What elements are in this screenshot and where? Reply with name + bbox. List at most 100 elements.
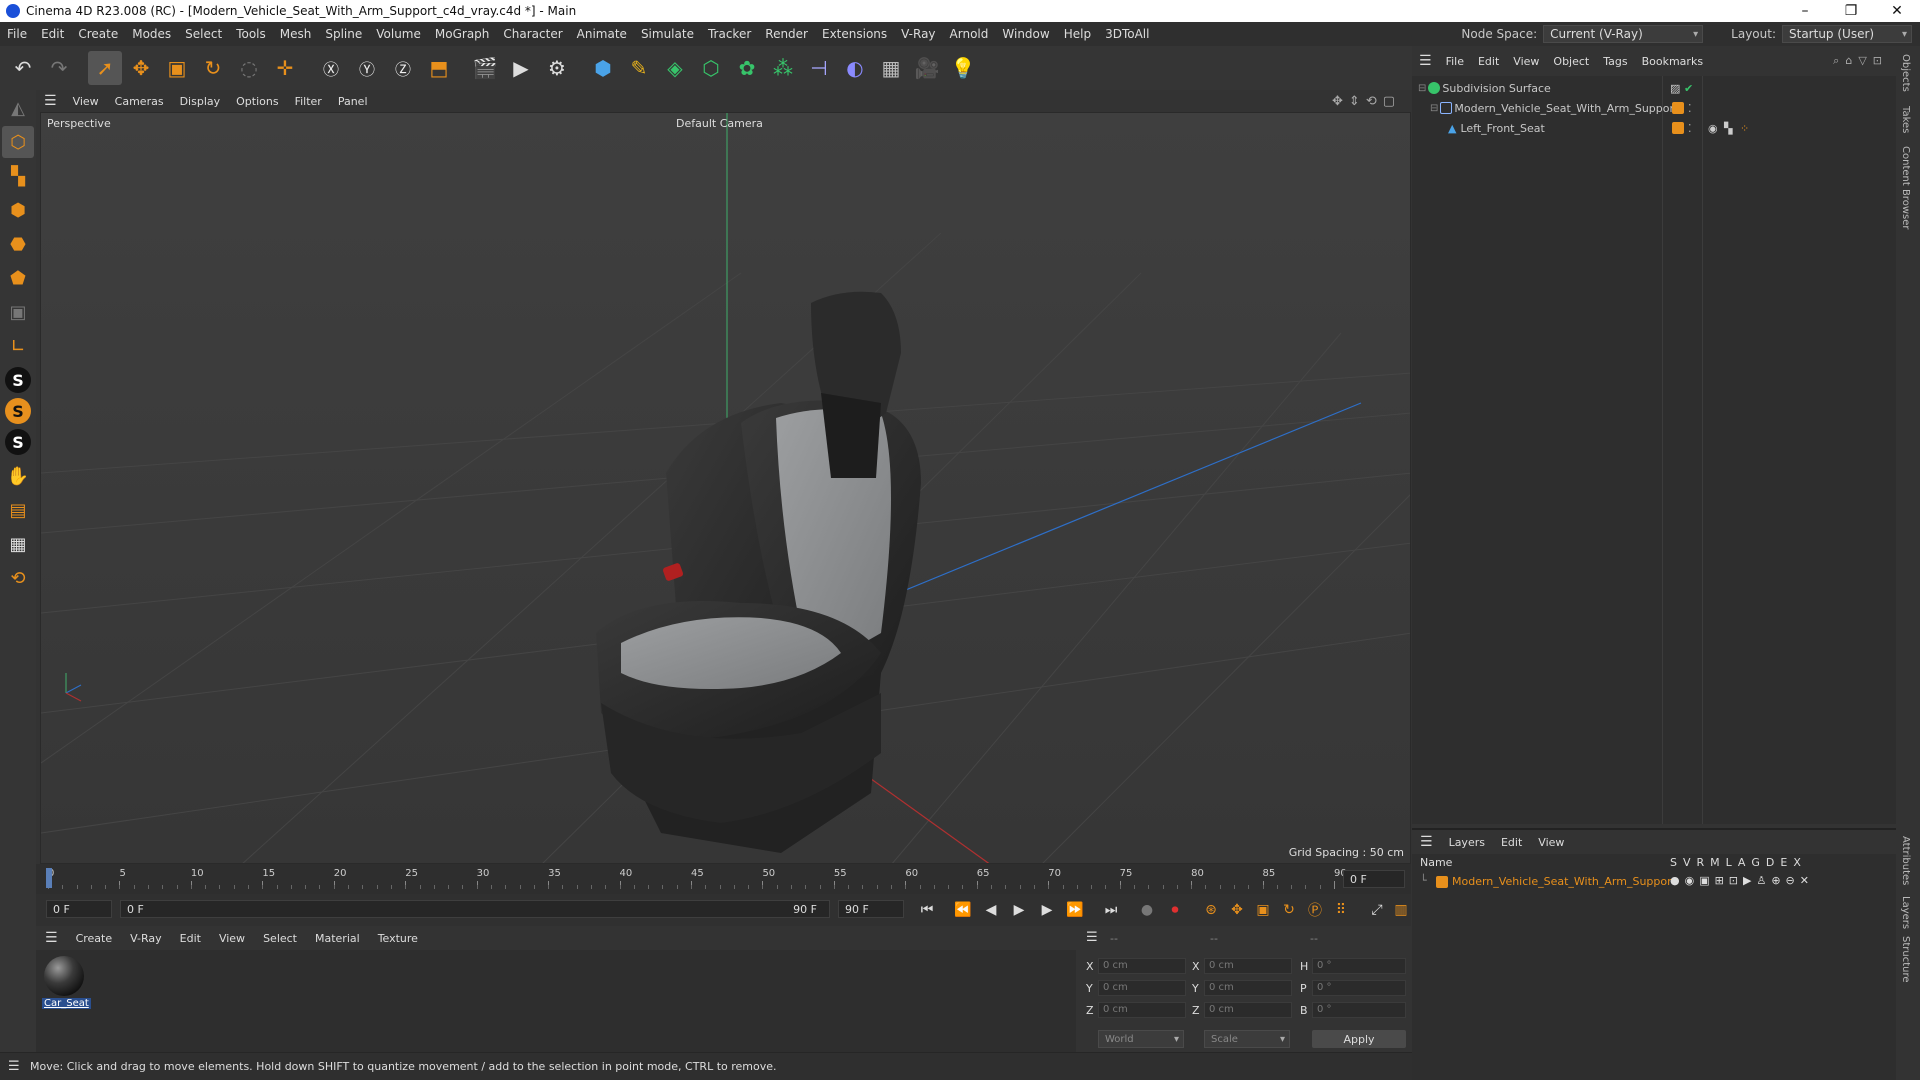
y-axis-lock-icon[interactable]: Ⓨ: [350, 51, 384, 85]
menu-mesh[interactable]: Mesh: [273, 27, 319, 41]
goto-end-icon[interactable]: ⏭: [1100, 899, 1122, 921]
model-mode-icon[interactable]: ⬡: [2, 126, 34, 158]
rotate-tool-icon[interactable]: ↻: [196, 51, 230, 85]
object-menu-tags[interactable]: Tags: [1596, 55, 1634, 68]
viewport-camera-label[interactable]: Default Camera: [676, 117, 763, 130]
mograph-effector-icon[interactable]: ⁂: [766, 51, 800, 85]
keyframe-selection-icon[interactable]: ⊛: [1200, 899, 1222, 921]
layer-toggle-icons[interactable]: ●◉▣⊞⊡▶♙⊕⊖✕: [1670, 874, 1814, 887]
object-search-icon[interactable]: ⌕⌂▽⊡: [1833, 54, 1888, 68]
object-row[interactable]: ▲ Left_Front_Seat ⁚ ◉ ▚ ⁘: [1412, 118, 1896, 138]
material-menu-select[interactable]: Select: [254, 932, 306, 945]
floor-object-icon[interactable]: ▦: [874, 51, 908, 85]
menu-simulate[interactable]: Simulate: [634, 27, 701, 41]
pos-x-field[interactable]: 0 cm: [1098, 958, 1186, 974]
material-preview-thumbnail[interactable]: [44, 956, 84, 996]
material-menu-create[interactable]: Create: [67, 932, 122, 945]
prev-frame-icon[interactable]: ◀: [980, 899, 1002, 921]
viewport-menu-filter[interactable]: Filter: [287, 95, 330, 108]
record-keys-icon[interactable]: ●: [1136, 899, 1158, 921]
layer-flag-v[interactable]: V: [1683, 856, 1691, 869]
menu-edit[interactable]: Edit: [34, 27, 71, 41]
layer-flag-e[interactable]: E: [1780, 856, 1787, 869]
tweak-mode-icon[interactable]: ✋: [2, 460, 34, 492]
size-mode-dropdown[interactable]: Scale: [1204, 1030, 1290, 1048]
layer-flag-g[interactable]: G: [1751, 856, 1760, 869]
range-slider[interactable]: 0 F 90 F: [120, 900, 830, 918]
material-menu-material[interactable]: Material: [306, 932, 369, 945]
menu-select[interactable]: Select: [178, 27, 229, 41]
extrude-generator-icon[interactable]: ⬡: [694, 51, 728, 85]
object-row[interactable]: ⊟ Modern_Vehicle_Seat_With_Arm_Support ⁚: [1412, 98, 1896, 118]
viewport-menu-cameras[interactable]: Cameras: [107, 95, 172, 108]
menu-tools[interactable]: Tools: [229, 27, 273, 41]
object-menu-view[interactable]: View: [1506, 55, 1546, 68]
object-name[interactable]: Modern_Vehicle_Seat_With_Arm_Support: [1454, 102, 1678, 115]
menu-render[interactable]: Render: [758, 27, 815, 41]
apply-button[interactable]: Apply: [1312, 1030, 1406, 1048]
object-menu-bookmarks[interactable]: Bookmarks: [1635, 55, 1710, 68]
cube-object-icon[interactable]: ⬢: [586, 51, 620, 85]
collapse-icon[interactable]: ⊟: [1430, 103, 1438, 114]
material-hamburger-icon[interactable]: ☰: [36, 930, 67, 946]
workplane-icon[interactable]: ▤: [2, 494, 34, 526]
material-name[interactable]: Car_Seat: [42, 998, 91, 1009]
key-position-icon[interactable]: ✥: [1226, 899, 1248, 921]
menu-create[interactable]: Create: [71, 27, 125, 41]
material-menu-texture[interactable]: Texture: [369, 932, 427, 945]
render-region-icon[interactable]: 🎬: [468, 51, 502, 85]
menu-tracker[interactable]: Tracker: [701, 27, 758, 41]
edges-mode-icon[interactable]: ⬣: [2, 228, 34, 260]
layer-flag-l[interactable]: L: [1726, 856, 1732, 869]
live-selection-icon[interactable]: ◌: [232, 51, 266, 85]
start-frame-field[interactable]: 0 F: [46, 900, 112, 918]
locked-workplane-icon[interactable]: ⟲: [2, 562, 34, 594]
layer-row[interactable]: └ Modern_Vehicle_Seat_With_Arm_Support ●…: [1412, 872, 1896, 892]
render-view-icon[interactable]: ▶: [504, 51, 538, 85]
layer-menu-view[interactable]: View: [1530, 836, 1572, 849]
redo-icon[interactable]: ↷: [42, 51, 76, 85]
prev-key-icon[interactable]: ⏪: [952, 899, 974, 921]
menu-file[interactable]: File: [0, 27, 34, 41]
texture-mode-icon[interactable]: ▚: [2, 160, 34, 192]
subdivision-surface-icon[interactable]: ◈: [658, 51, 692, 85]
z-axis-lock-icon[interactable]: Ⓩ: [386, 51, 420, 85]
menu-extensions[interactable]: Extensions: [815, 27, 894, 41]
visibility-dots-icon[interactable]: ⁚: [1688, 102, 1692, 115]
menu-arnold[interactable]: Arnold: [943, 27, 996, 41]
size-y-field[interactable]: 0 cm: [1204, 980, 1292, 996]
uvw-tag-icon[interactable]: ▚: [1724, 122, 1732, 135]
material-menu-vray[interactable]: V-Ray: [121, 932, 171, 945]
object-menu-edit[interactable]: Edit: [1471, 55, 1506, 68]
pen-spline-icon[interactable]: ✎: [622, 51, 656, 85]
cloner-icon[interactable]: ✿: [730, 51, 764, 85]
render-settings-icon[interactable]: ⚙: [540, 51, 574, 85]
object-name[interactable]: Subdivision Surface: [1442, 82, 1550, 95]
menu-volume[interactable]: Volume: [369, 27, 428, 41]
visibility-dots-icon[interactable]: ▨: [1670, 82, 1680, 95]
material-tag-icon[interactable]: ⁘: [1740, 122, 1749, 135]
timeline-ruler[interactable]: 051015202530354045505560657075808590 0 F: [36, 864, 1411, 894]
play-icon[interactable]: ▶: [1008, 899, 1030, 921]
rot-p-field[interactable]: 0 °: [1312, 980, 1406, 996]
enabled-check-icon[interactable]: ✔: [1684, 82, 1693, 95]
viewport-navigation-icons[interactable]: ✥⇕⟲▢: [1332, 94, 1401, 109]
menu-modes[interactable]: Modes: [125, 27, 178, 41]
snap-enable-icon[interactable]: S: [5, 398, 31, 424]
points-mode-icon[interactable]: ⬢: [2, 194, 34, 226]
field-icon[interactable]: ◐: [838, 51, 872, 85]
polygons-mode-icon[interactable]: ⬟: [2, 262, 34, 294]
layer-flag-d[interactable]: D: [1766, 856, 1774, 869]
layer-hamburger-icon[interactable]: ☰: [1412, 834, 1441, 850]
coordinate-system-icon[interactable]: ✛: [268, 51, 302, 85]
phong-tag-icon[interactable]: ◉: [1708, 122, 1718, 135]
layer-color-icon[interactable]: [1672, 122, 1684, 134]
maximize-button[interactable]: ❐: [1828, 0, 1874, 22]
menu-3dtoall[interactable]: 3DToAll: [1098, 27, 1156, 41]
layer-color-icon[interactable]: [1672, 102, 1684, 114]
layer-flag-s[interactable]: S: [1670, 856, 1677, 869]
menu-spline[interactable]: Spline: [318, 27, 369, 41]
menu-help[interactable]: Help: [1057, 27, 1098, 41]
layer-flag-a[interactable]: A: [1738, 856, 1746, 869]
tab-content-browser[interactable]: Content Browser: [1900, 146, 1911, 229]
